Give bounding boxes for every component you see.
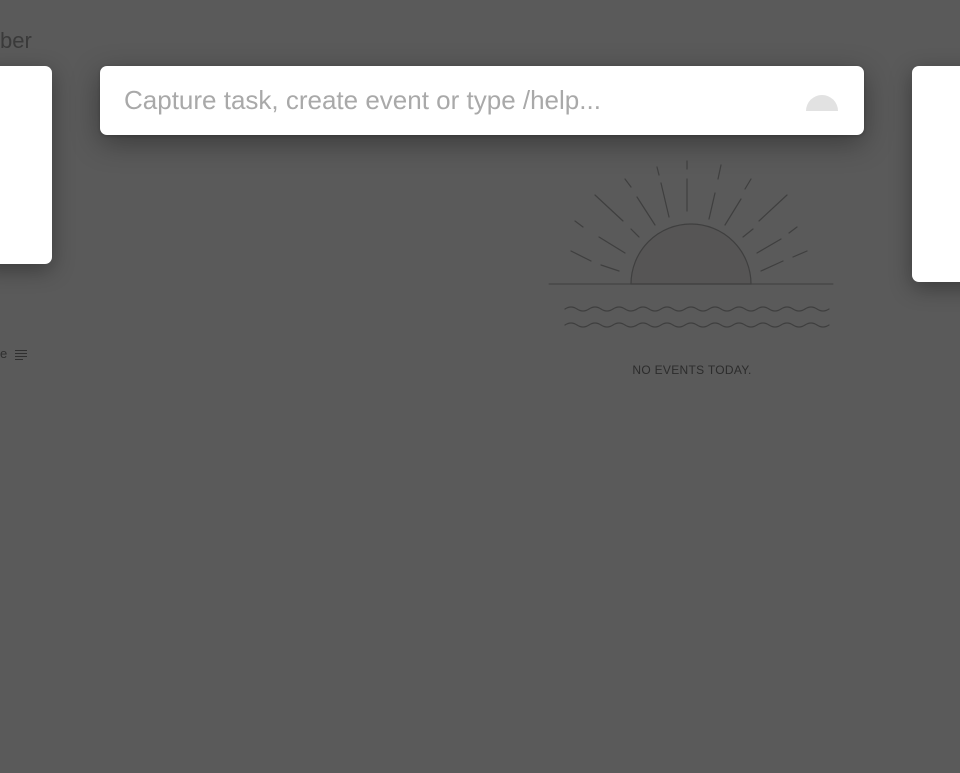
half-circle-icon — [806, 95, 838, 111]
notes-icon — [15, 350, 27, 360]
capture-bar[interactable] — [100, 66, 864, 135]
left-task-card — [0, 66, 52, 264]
no-events-message: NO EVENTS TODAY. — [632, 363, 752, 377]
month-header-fragment: ber — [0, 28, 32, 53]
clipped-item-label: e — [0, 346, 8, 361]
right-task-card — [912, 66, 960, 282]
capture-input[interactable] — [124, 66, 784, 135]
app-screen: ber e Capture task, create event or type… — [0, 0, 960, 773]
sunrise-illustration-icon — [548, 160, 834, 328]
